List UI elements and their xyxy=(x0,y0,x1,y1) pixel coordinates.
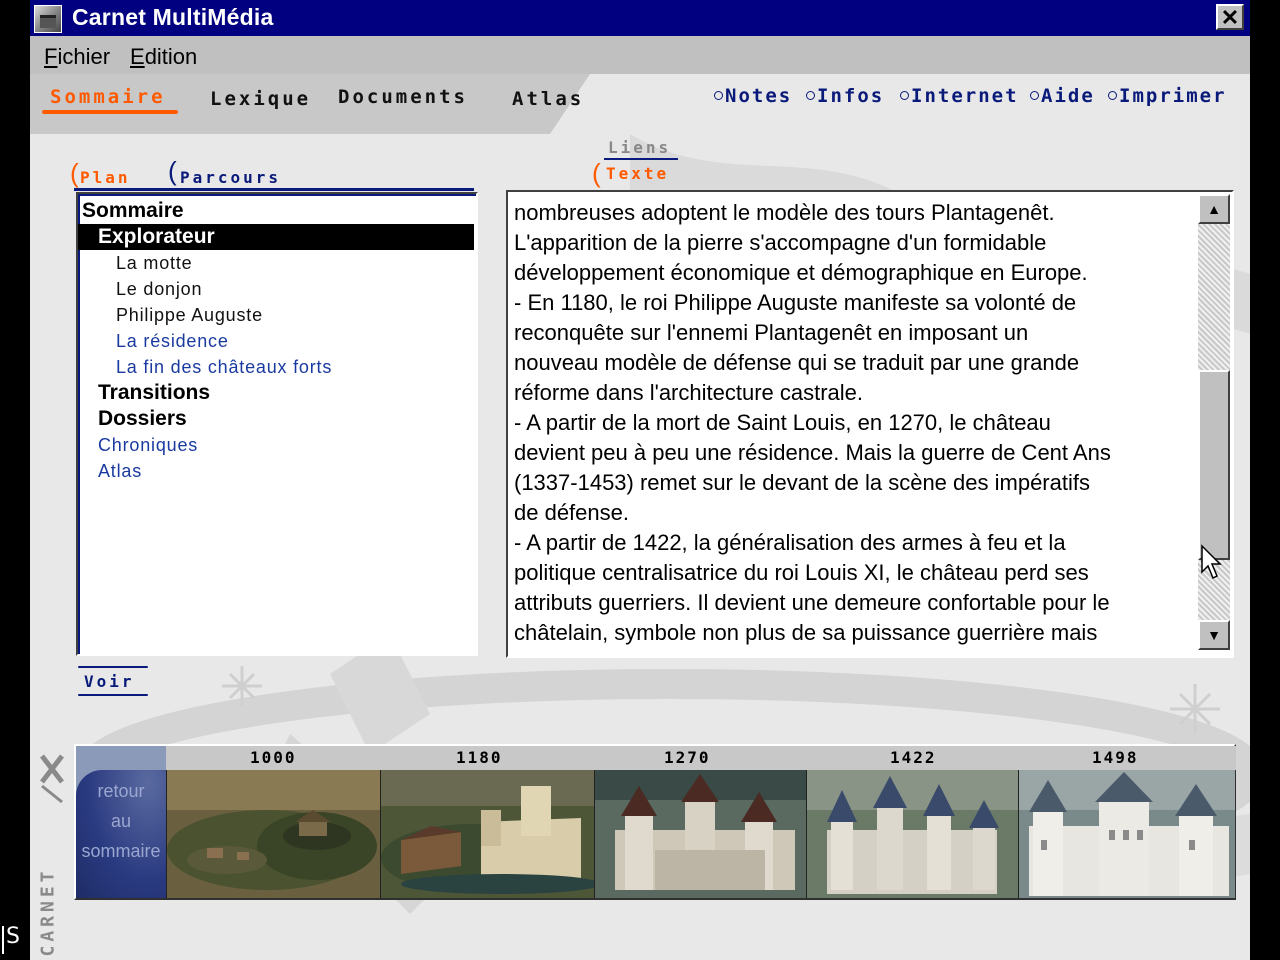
tree-item-la-motte[interactable]: La motte xyxy=(116,250,192,276)
scroll-down-arrow-icon[interactable]: ▼ xyxy=(1198,620,1230,650)
main-content: Sommaire Lexique Documents Atlas Notes I… xyxy=(30,74,1250,960)
tab-bracket: ( xyxy=(592,158,601,188)
scrollbar-thumb[interactable] xyxy=(1198,370,1230,560)
timeline-image-1498[interactable] xyxy=(1018,770,1235,898)
article-text: nombreuses adoptent le modèle des tours … xyxy=(514,200,1111,645)
nav-sommaire[interactable]: Sommaire xyxy=(50,86,166,108)
taskbar-fragment: S xyxy=(2,924,20,954)
donjon-castle-icon xyxy=(381,770,595,898)
bullet-icon xyxy=(806,91,815,100)
carnet-logo: CARNET xyxy=(38,746,66,957)
vertical-scrollbar[interactable]: ▲ ▼ xyxy=(1198,194,1230,650)
tab-plan[interactable]: Plan xyxy=(80,168,131,187)
window-title: Carnet MultiMédia xyxy=(72,4,274,30)
app-icon[interactable] xyxy=(34,5,62,33)
app-window: Carnet MultiMédia ✕ Fichier Edition Somm… xyxy=(30,0,1250,960)
nav-notes[interactable]: Notes xyxy=(714,85,792,107)
tree-item-dossiers[interactable]: Dossiers xyxy=(98,406,187,432)
tab-bracket: ( xyxy=(70,158,79,188)
article-text-panel[interactable]: nombreuses adoptent le modèle des tours … xyxy=(506,190,1234,658)
voir-line-bottom xyxy=(78,694,148,696)
carnet-x-logo-icon xyxy=(40,754,64,804)
nav-documents[interactable]: Documents xyxy=(338,86,468,108)
tree-item-transitions[interactable]: Transitions xyxy=(98,380,210,406)
tab-parcours[interactable]: Parcours xyxy=(180,168,281,187)
tree-item-explorateur[interactable]: Explorateur xyxy=(78,224,474,250)
tree-item-chroniques[interactable]: Chroniques xyxy=(98,432,198,458)
retour-label-line: sommaire xyxy=(81,841,161,861)
renaissance-castle-icon xyxy=(1019,770,1235,898)
tree-item-fin-chateaux-forts[interactable]: La fin des châteaux forts xyxy=(116,354,332,380)
voir-line-top xyxy=(78,666,148,668)
retour-sommaire-button[interactable]: retour au sommaire xyxy=(76,770,166,898)
menu-fichier[interactable]: Fichier xyxy=(44,44,110,70)
tab-texte[interactable]: Texte xyxy=(606,164,669,183)
timeline-year-1000: 1000 xyxy=(250,748,297,767)
residence-castle-icon xyxy=(595,770,807,898)
menu-edition[interactable]: Edition xyxy=(130,44,197,70)
timeline-image-1270[interactable] xyxy=(594,770,807,898)
timeline-strip: 1000 1180 1270 1422 1498 retour au somma… xyxy=(74,744,1236,900)
scroll-up-arrow-icon[interactable]: ▲ xyxy=(1198,194,1230,224)
carnet-logo-text: CARNET xyxy=(37,867,59,957)
tree-item-la-residence[interactable]: La résidence xyxy=(116,328,229,354)
nav-lexique[interactable]: Lexique xyxy=(210,88,311,110)
retour-label-line: retour xyxy=(97,781,145,801)
gothic-castle-icon xyxy=(807,770,1019,898)
bullet-icon xyxy=(1030,91,1039,100)
motte-castle-icon xyxy=(167,770,381,898)
nav-internet[interactable]: Internet xyxy=(900,85,1019,107)
timeline-image-1000[interactable] xyxy=(166,770,381,898)
nav-active-indicator xyxy=(42,110,178,114)
nav-aide[interactable]: Aide xyxy=(1030,85,1095,107)
timeline-year-1270: 1270 xyxy=(664,748,711,767)
tree-item-philippe-auguste[interactable]: Philippe Auguste xyxy=(116,302,263,328)
timeline-header: 1000 1180 1270 1422 1498 xyxy=(166,746,1236,770)
close-button[interactable]: ✕ xyxy=(1216,4,1244,30)
menu-bar: Fichier Edition xyxy=(30,36,1250,74)
bullet-icon xyxy=(1108,91,1117,100)
mouse-pointer-icon xyxy=(1201,544,1222,580)
nav-infos[interactable]: Infos xyxy=(806,85,884,107)
timeline-year-1498: 1498 xyxy=(1092,748,1139,767)
timeline-image-1422[interactable] xyxy=(806,770,1019,898)
tab-bracket: ( xyxy=(168,156,177,186)
bullet-icon xyxy=(900,91,909,100)
title-bar[interactable]: Carnet MultiMédia ✕ xyxy=(30,0,1250,36)
tab-underline xyxy=(74,188,474,191)
nav-atlas[interactable]: Atlas xyxy=(512,88,584,110)
tree-item-atlas[interactable]: Atlas xyxy=(98,458,142,484)
outline-tree[interactable]: Sommaire Explorateur La motte Le donjon … xyxy=(76,192,478,656)
timeline-image-1180[interactable] xyxy=(380,770,595,898)
timeline-year-1180: 1180 xyxy=(456,748,503,767)
timeline-year-1422: 1422 xyxy=(890,748,937,767)
bullet-icon xyxy=(714,91,723,100)
tree-item-sommaire[interactable]: Sommaire xyxy=(82,198,184,224)
voir-button[interactable]: Voir xyxy=(78,666,150,698)
voir-label: Voir xyxy=(84,672,135,691)
tree-item-le-donjon[interactable]: Le donjon xyxy=(116,276,202,302)
retour-label-line: au xyxy=(110,811,132,831)
nav-imprimer[interactable]: Imprimer xyxy=(1108,85,1227,107)
tab-divider xyxy=(604,158,678,160)
tab-liens[interactable]: Liens xyxy=(608,138,671,157)
